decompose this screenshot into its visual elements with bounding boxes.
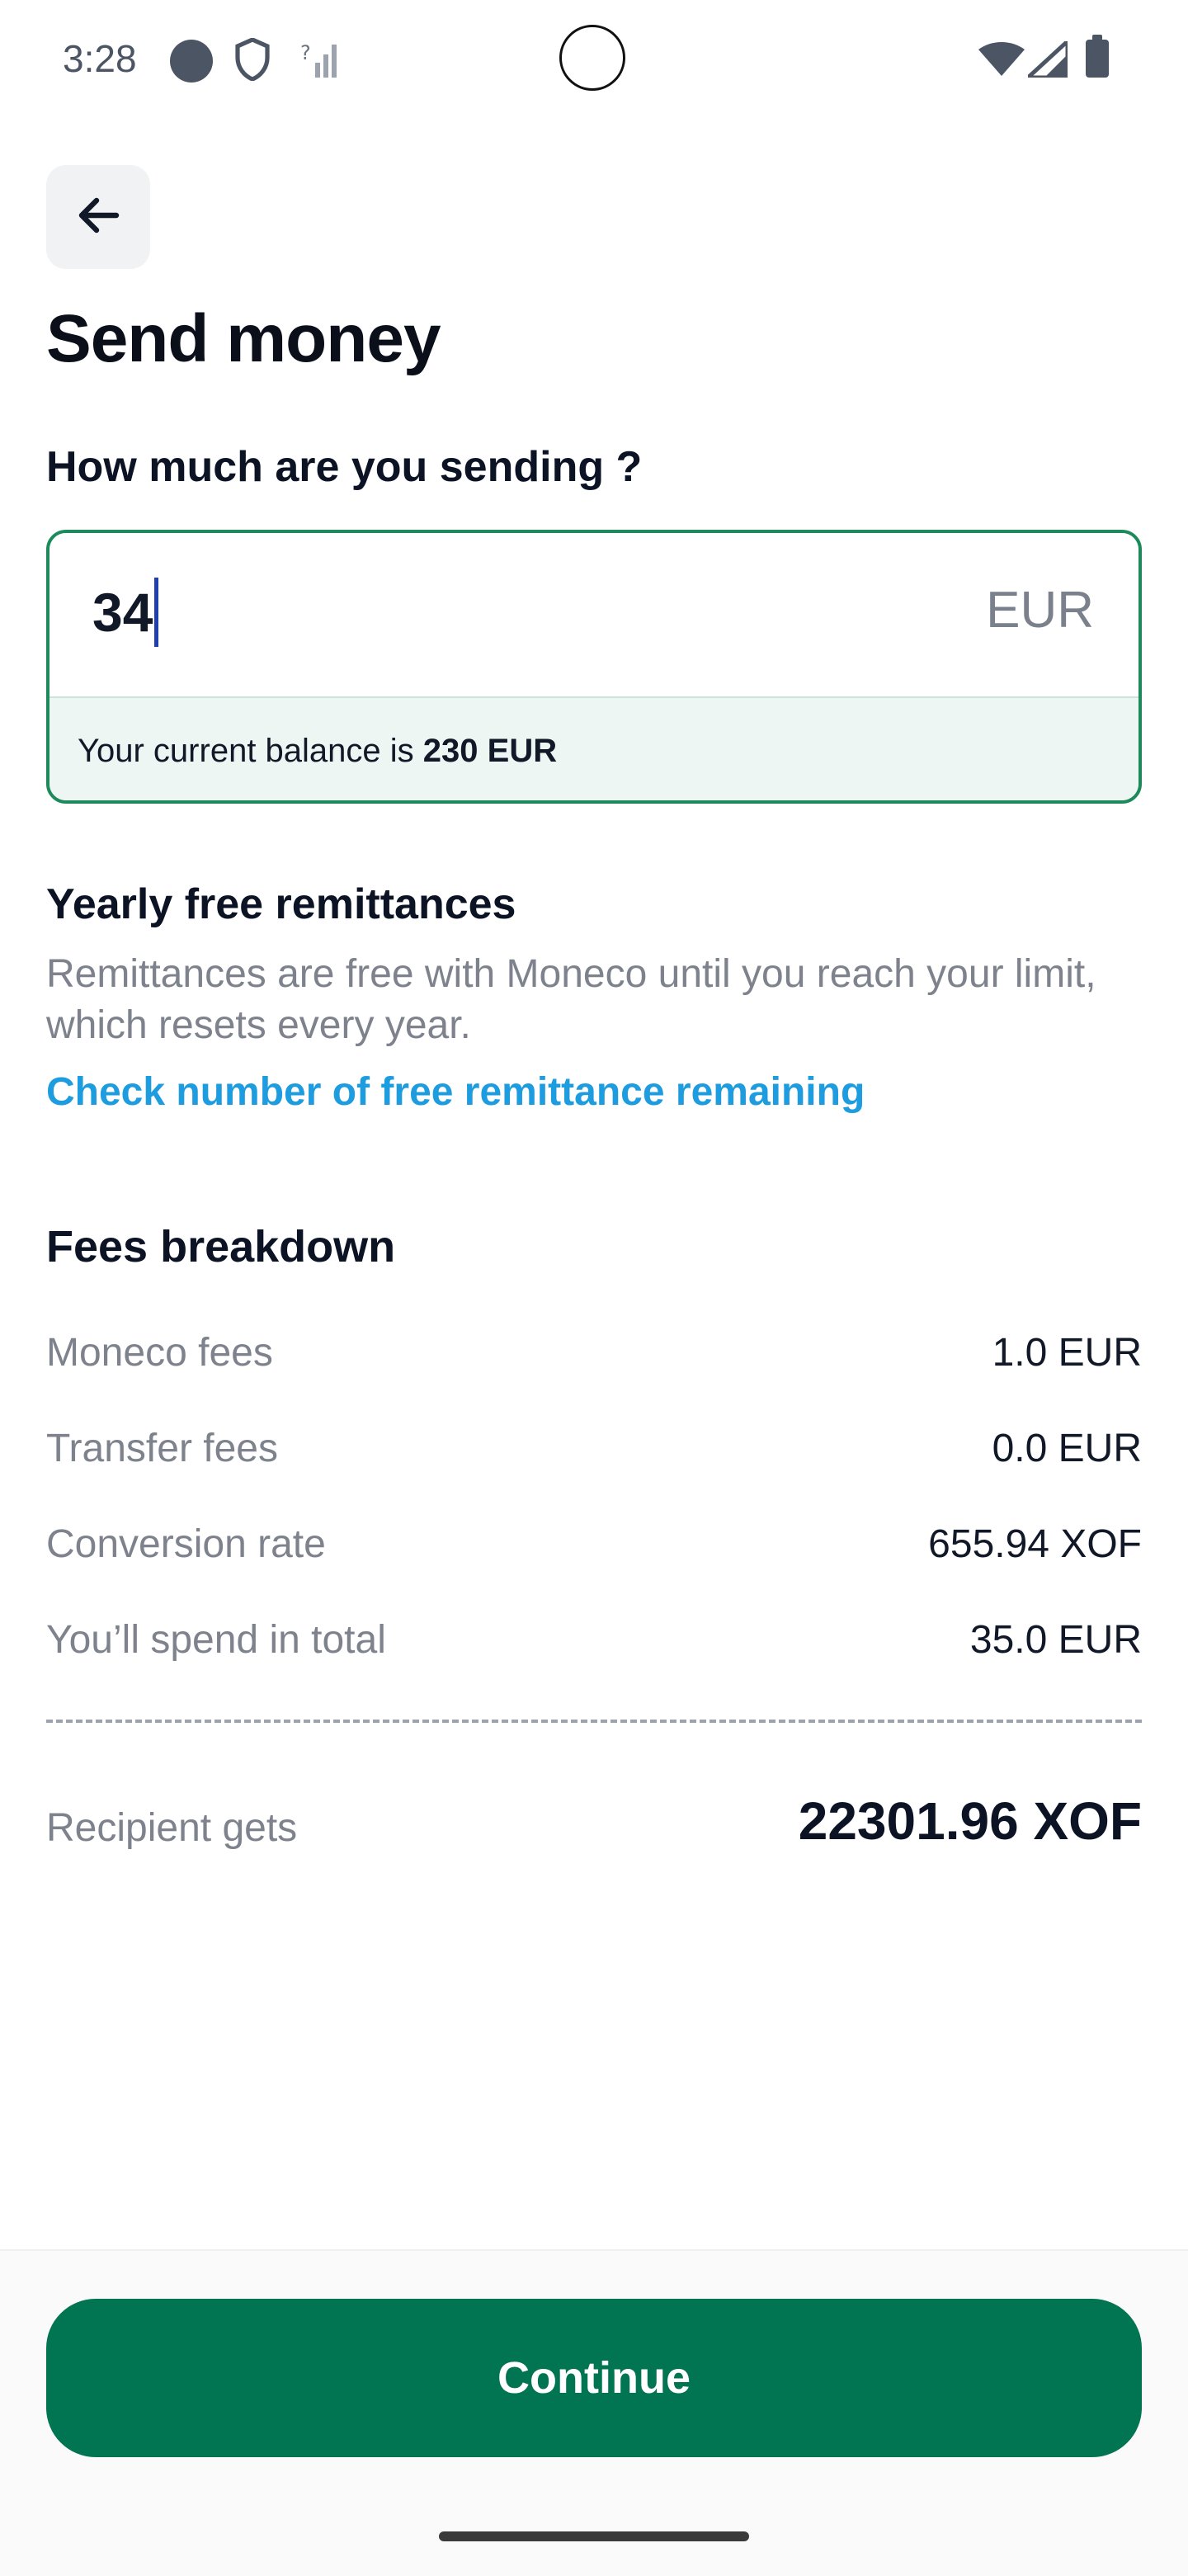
back-button[interactable]: [46, 165, 150, 269]
amount-input[interactable]: 34 EUR: [50, 533, 1138, 696]
fee-value: 0.0 EUR: [992, 1427, 1142, 1470]
balance-prefix: Your current balance is: [78, 733, 423, 769]
balance-text: Your current balance is 230 EUR: [78, 733, 557, 770]
status-bar: 3:28 ?: [0, 0, 1188, 116]
recipient-gets-value: 22301.96 XOF: [798, 1791, 1142, 1851]
fee-label: Conversion rate: [46, 1522, 326, 1566]
camera-cutout: [559, 25, 625, 91]
arrow-left-icon: [73, 191, 123, 244]
text-caret: [154, 577, 159, 647]
fee-row-transfer: Transfer fees 0.0 EUR: [46, 1426, 1142, 1484]
cellular-icon: [1022, 36, 1070, 82]
wifi-icon: [978, 41, 1025, 82]
amount-card: 34 EUR Your current balance is 230 EUR: [46, 530, 1142, 804]
fee-row-total: You’ll spend in total 35.0 EUR: [46, 1617, 1142, 1675]
check-free-remittance-link[interactable]: Check number of free remittance remainin…: [46, 1069, 865, 1115]
notification-dot-icon: [170, 40, 213, 83]
fee-label: Moneco fees: [46, 1331, 273, 1375]
fee-value: 1.0 EUR: [992, 1331, 1142, 1375]
balance-value: 230 EUR: [422, 733, 558, 769]
yearly-remittances-title: Yearly free remittances: [46, 880, 516, 928]
fee-label: You’ll spend in total: [46, 1618, 386, 1662]
amount-question: How much are you sending ?: [46, 443, 643, 491]
home-indicator[interactable]: [439, 2531, 749, 2541]
page-title: Send money: [46, 301, 441, 376]
status-time: 3:28: [63, 37, 137, 80]
fees-breakdown-title: Fees breakdown: [46, 1222, 396, 1271]
amount-value-wrapper: 34: [92, 577, 159, 652]
balance-info: Your current balance is 230 EUR: [50, 696, 1138, 800]
yearly-remittances-description: Remittances are free with Moneco until y…: [46, 952, 1096, 1047]
shield-icon: [234, 37, 271, 85]
battery-icon: [1086, 35, 1109, 78]
svg-text:?: ?: [300, 41, 311, 64]
currency-label: EUR: [986, 582, 1094, 639]
continue-button[interactable]: Continue: [46, 2299, 1142, 2457]
fee-value: 655.94 XOF: [928, 1522, 1142, 1566]
fee-row-conversion: Conversion rate 655.94 XOF: [46, 1522, 1142, 1579]
amount-value: 34: [92, 582, 153, 643]
fee-value: 35.0 EUR: [969, 1618, 1142, 1662]
recipient-gets-label: Recipient gets: [46, 1806, 298, 1850]
dashed-divider: [46, 1720, 1142, 1723]
no-signal-icon: ?: [300, 40, 340, 82]
fee-label: Transfer fees: [46, 1427, 278, 1470]
fee-row-moneco: Moneco fees 1.0 EUR: [46, 1330, 1142, 1388]
